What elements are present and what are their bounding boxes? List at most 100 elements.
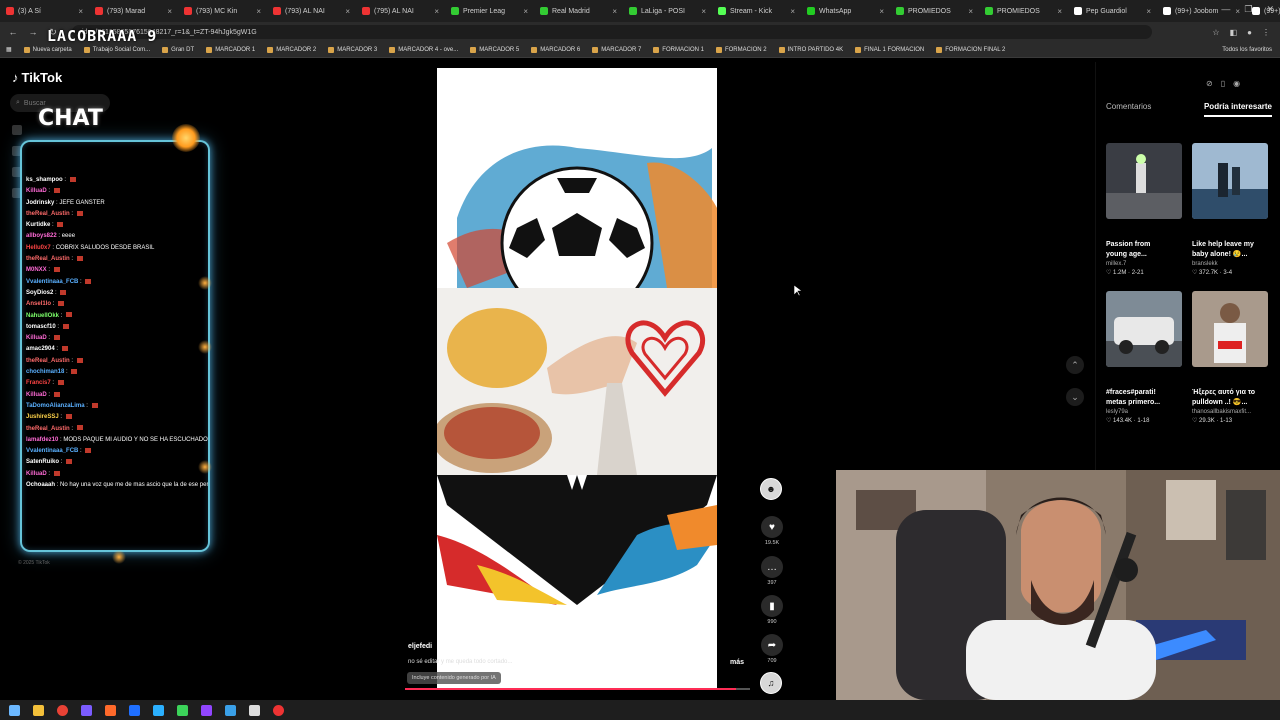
user-avatar-icon[interactable]: ◉ bbox=[1233, 79, 1240, 88]
back-icon[interactable]: ← bbox=[6, 27, 20, 37]
author-avatar[interactable]: ☻ bbox=[760, 478, 784, 500]
app-icon[interactable] bbox=[196, 702, 216, 718]
extensions-icon[interactable]: ◧ bbox=[1230, 28, 1238, 37]
recommended-card[interactable]: Ήξερες αυτό για το pulldown ..! 😎... tha… bbox=[1192, 291, 1268, 426]
browser-tab[interactable]: Pep Guardiol × bbox=[1068, 0, 1157, 22]
app-icon[interactable] bbox=[172, 702, 192, 718]
browser-tab[interactable]: Real Madrid × bbox=[534, 0, 623, 22]
app-icon[interactable] bbox=[148, 702, 168, 718]
browser-tab[interactable]: (793) MC Kin × bbox=[178, 0, 267, 22]
video-player[interactable] bbox=[437, 68, 717, 690]
close-tab-icon[interactable]: × bbox=[256, 7, 261, 16]
all-bookmarks-button[interactable]: Todos los favoritos bbox=[1222, 47, 1280, 53]
app-icon[interactable] bbox=[124, 702, 144, 718]
chrome-icon[interactable] bbox=[52, 702, 72, 718]
close-tab-icon[interactable]: × bbox=[78, 7, 83, 16]
close-window-button[interactable]: ✕ bbox=[1266, 4, 1274, 15]
recommended-card[interactable]: #fraces#parati! metas primero... lesly79… bbox=[1106, 291, 1182, 426]
tab-comments[interactable]: Comentarios bbox=[1106, 102, 1151, 117]
bookmark-label: Gran DT bbox=[171, 46, 195, 53]
tiktok-logo[interactable]: ♪ TikTok bbox=[12, 70, 62, 85]
bookmark-item[interactable]: MARCADOR 4 - ove... bbox=[383, 46, 464, 53]
home-icon[interactable] bbox=[12, 125, 22, 135]
star-icon[interactable]: ☆ bbox=[1212, 28, 1219, 37]
bookmark-item[interactable]: MARCADOR 6 bbox=[525, 46, 586, 53]
chat-message: theReal_Austin : bbox=[26, 424, 208, 435]
file-explorer-icon[interactable] bbox=[28, 702, 48, 718]
close-tab-icon[interactable]: × bbox=[434, 7, 439, 16]
more-link[interactable]: más bbox=[730, 659, 744, 666]
minimize-button[interactable]: — bbox=[1221, 4, 1230, 15]
forward-icon[interactable]: → bbox=[26, 27, 40, 37]
bookmark-item[interactable]: MARCADOR 7 bbox=[586, 46, 647, 53]
bookmark-item[interactable]: FORMACION 1 bbox=[647, 46, 710, 53]
close-tab-icon[interactable]: × bbox=[345, 7, 350, 16]
chat-username: Kurtidke bbox=[26, 222, 51, 229]
apps-icon[interactable]: ▦ bbox=[0, 46, 18, 53]
browser-tab[interactable]: Premier Leag × bbox=[445, 0, 534, 22]
bookmark-item[interactable]: FORMACION FINAL 2 bbox=[930, 46, 1011, 53]
browser-tab[interactable]: WhatsApp × bbox=[801, 0, 890, 22]
close-tab-icon[interactable]: × bbox=[612, 7, 617, 16]
app-icon[interactable] bbox=[76, 702, 96, 718]
emote-icon bbox=[69, 176, 76, 182]
address-bar[interactable]: ideo/7616586587615648217_r=1&_t=ZT-94hJg… bbox=[72, 25, 1152, 39]
close-tab-icon[interactable]: × bbox=[1146, 7, 1151, 16]
close-tab-icon[interactable]: × bbox=[1057, 7, 1062, 16]
browser-tab[interactable]: Stream - Kick × bbox=[712, 0, 801, 22]
bookmark-icon bbox=[531, 46, 538, 53]
previous-video-button[interactable]: ⌃ bbox=[1066, 356, 1084, 374]
windows-start-icon[interactable] bbox=[4, 702, 24, 718]
compass-icon[interactable]: ⊘ bbox=[1206, 79, 1213, 88]
browser-tab[interactable]: PROMIEDOS × bbox=[890, 0, 979, 22]
bookmark-item[interactable]: FINAL 1 FORMACION bbox=[849, 46, 930, 53]
bookmark-item[interactable]: Trabajo Social Com... bbox=[78, 46, 156, 53]
recommended-card[interactable]: Passion from young age... millex.7 ♡ 1.2… bbox=[1106, 143, 1182, 278]
close-tab-icon[interactable]: × bbox=[167, 7, 172, 16]
bookmark-item[interactable]: MARCADOR 3 bbox=[322, 46, 383, 53]
chat-separator: : bbox=[50, 222, 56, 229]
like-button[interactable]: ♥ 19.5K bbox=[760, 516, 784, 546]
video-author[interactable]: eljefedi bbox=[408, 643, 432, 650]
tab-favicon-icon bbox=[807, 7, 815, 15]
app-icon[interactable] bbox=[220, 702, 240, 718]
close-tab-icon[interactable]: × bbox=[879, 7, 884, 16]
device-icon[interactable]: ▯ bbox=[1221, 79, 1225, 88]
profile-icon[interactable]: ● bbox=[1247, 28, 1252, 37]
browser-tab[interactable]: (793) Marad × bbox=[89, 0, 178, 22]
bookmark-item[interactable]: INTRO PARTIDO 4K bbox=[773, 46, 849, 53]
tab-recommended[interactable]: Podría interesarte bbox=[1203, 102, 1272, 117]
close-tab-icon[interactable]: × bbox=[701, 7, 706, 16]
browser-tab[interactable]: (3) A Sí × bbox=[0, 0, 89, 22]
comment-count: 397 bbox=[767, 580, 777, 586]
recommended-card[interactable]: Like help leave my baby alone! 😢... bran… bbox=[1192, 143, 1268, 278]
tab-label: WhatsApp bbox=[819, 7, 852, 15]
bookmark-item[interactable]: FORMACION 2 bbox=[710, 46, 773, 53]
bookmark-item[interactable]: MARCADOR 5 bbox=[464, 46, 525, 53]
video-progress-bar[interactable] bbox=[405, 688, 750, 690]
bookmark-item[interactable]: Gran DT bbox=[156, 46, 200, 53]
bookmark-item[interactable]: MARCADOR 2 bbox=[261, 46, 322, 53]
close-tab-icon[interactable]: × bbox=[790, 7, 795, 16]
menu-icon[interactable]: ⋮ bbox=[1262, 28, 1270, 37]
close-tab-icon[interactable]: × bbox=[523, 7, 528, 16]
browser-tab[interactable]: PROMIEDOS × bbox=[979, 0, 1068, 22]
maximize-button[interactable]: ❐ bbox=[1244, 4, 1252, 15]
browser-tab[interactable]: (793) AL NAI × bbox=[267, 0, 356, 22]
app-icon[interactable] bbox=[100, 702, 120, 718]
chat-message: Jodrinsky : JEFE GANSTER bbox=[26, 198, 208, 209]
bookmark-item[interactable]: MARCADOR 1 bbox=[200, 46, 261, 53]
app-icon[interactable] bbox=[244, 702, 264, 718]
app-icon[interactable] bbox=[268, 702, 288, 718]
chat-username: theReal_Austin bbox=[26, 425, 70, 432]
close-tab-icon[interactable]: × bbox=[968, 7, 973, 16]
comment-button[interactable]: … 397 bbox=[760, 556, 784, 586]
share-button[interactable]: ➦ 709 bbox=[760, 634, 784, 664]
browser-tab[interactable]: (795) AL NAI × bbox=[356, 0, 445, 22]
music-disc[interactable]: ♫ bbox=[760, 672, 784, 694]
next-video-button[interactable]: ⌄ bbox=[1066, 388, 1084, 406]
save-button[interactable]: ▮ 990 bbox=[760, 595, 784, 625]
chat-messages: ks_shampoo : KilluaD : Jodrinsky : JEFE … bbox=[26, 175, 208, 491]
bookmark-item[interactable]: Nueva carpeta bbox=[18, 46, 78, 53]
browser-tab[interactable]: LaLiga - POSI × bbox=[623, 0, 712, 22]
